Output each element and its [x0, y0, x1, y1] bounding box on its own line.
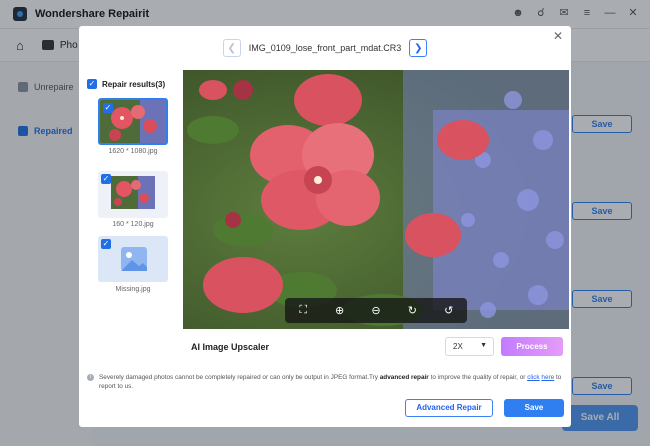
thumbnail-label: 1620 * 1080.jpg: [108, 148, 158, 155]
select-all-checkbox[interactable]: ✓: [87, 79, 97, 89]
chevron-left-icon: ❮: [227, 42, 236, 54]
footnote-text-part2: to improve the quality of repair, or: [428, 374, 528, 381]
thumbnail-checkbox[interactable]: ✓: [103, 103, 113, 113]
footnote-text-part1: Severely damaged photos cannot be comple…: [99, 374, 380, 381]
repair-footnote: i Severely damaged photos cannot be comp…: [87, 374, 565, 391]
thumbnail-item[interactable]: ✓ 160 * 120.jpg: [98, 171, 168, 228]
advanced-repair-bold: advanced repair: [379, 374, 429, 381]
repair-results-header: ✓ Repair results(3): [87, 79, 165, 89]
thumbnail-label: Missing.jpg: [115, 286, 151, 293]
file-name: IMG_0109_lose_front_part_mdat.CR3: [248, 43, 402, 53]
preview-dialog: ✕ ❮ IMG_0109_lose_front_part_mdat.CR3 ❯ …: [79, 26, 571, 427]
info-icon: i: [87, 374, 94, 381]
thumbnail-label: 160 * 120.jpg: [112, 221, 154, 228]
thumbnail-image: ✓: [98, 236, 168, 282]
flower-preview-image: [183, 70, 569, 329]
repair-results-label: Repair results(3): [102, 79, 166, 89]
zoom-in-icon[interactable]: ⊕: [333, 304, 347, 317]
process-button[interactable]: Process: [501, 337, 563, 356]
thumbnail-image: ✓: [98, 98, 168, 145]
upscaler-title: AI Image Upscaler: [191, 342, 270, 352]
thumbnail-image: ✓: [98, 171, 168, 218]
scale-value: 2X: [453, 342, 463, 351]
file-navigator: ❮ IMG_0109_lose_front_part_mdat.CR3 ❯: [79, 38, 571, 58]
previous-file-button[interactable]: ❮: [222, 39, 241, 57]
image-preview: ⛶ ⊕ ⊖ ↻ ↺: [183, 70, 569, 329]
zoom-out-icon[interactable]: ⊖: [369, 304, 383, 317]
image-toolbar: ⛶ ⊕ ⊖ ↻ ↺: [285, 298, 467, 323]
click-link[interactable]: click: [527, 374, 539, 381]
thumbnail-checkbox[interactable]: ✓: [101, 174, 111, 184]
here-link[interactable]: here: [541, 374, 554, 381]
advanced-repair-button[interactable]: Advanced Repair: [405, 399, 493, 417]
rotate-right-icon[interactable]: ↻: [405, 304, 419, 317]
fullscreen-icon[interactable]: ⛶: [296, 304, 310, 317]
thumbnail-item[interactable]: ✓ Missing.jpg: [98, 236, 168, 293]
next-file-button[interactable]: ❯: [409, 39, 428, 57]
chevron-right-icon: ❯: [414, 42, 423, 54]
caret-down-icon: ▼: [480, 342, 487, 349]
scale-select[interactable]: 2X ▼: [445, 337, 494, 356]
thumbnail-checkbox[interactable]: ✓: [101, 239, 111, 249]
footnote-text: Severely damaged photos cannot be comple…: [87, 374, 565, 391]
thumbnail-item[interactable]: ✓ 1620 * 1080.jpg: [98, 98, 168, 155]
ai-upscaler-bar: AI Image Upscaler 2X ▼ Process: [183, 329, 569, 365]
rotate-left-icon[interactable]: ↺: [442, 304, 456, 317]
save-button[interactable]: Save: [504, 399, 564, 417]
